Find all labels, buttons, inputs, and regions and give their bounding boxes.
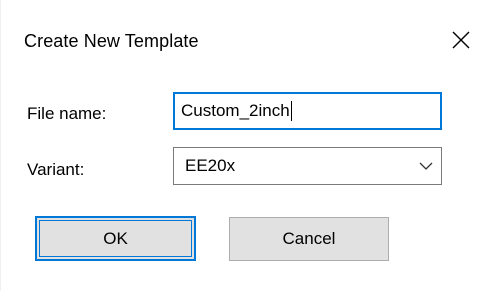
create-template-dialog: Create New Template File name: Custom_2i… [0,0,483,291]
file-name-input[interactable]: Custom_2inch [173,92,442,130]
text-caret [290,101,292,121]
variant-value: EE20x [185,156,236,175]
cancel-button-label: Cancel [282,229,336,248]
file-name-value: Custom_2inch [181,101,290,120]
close-button[interactable] [446,25,476,55]
close-icon [452,31,470,49]
cancel-button[interactable]: Cancel [229,217,389,261]
chevron-down-icon [419,162,433,170]
variant-select[interactable]: EE20x [173,147,442,185]
file-name-label: File name: [27,104,107,123]
ok-button[interactable]: OK [35,216,196,261]
dialog-title: Create New Template [24,31,199,51]
variant-label: Variant: [27,160,85,179]
dialog-edge [0,0,1,291]
ok-button-label: OK [103,228,128,248]
